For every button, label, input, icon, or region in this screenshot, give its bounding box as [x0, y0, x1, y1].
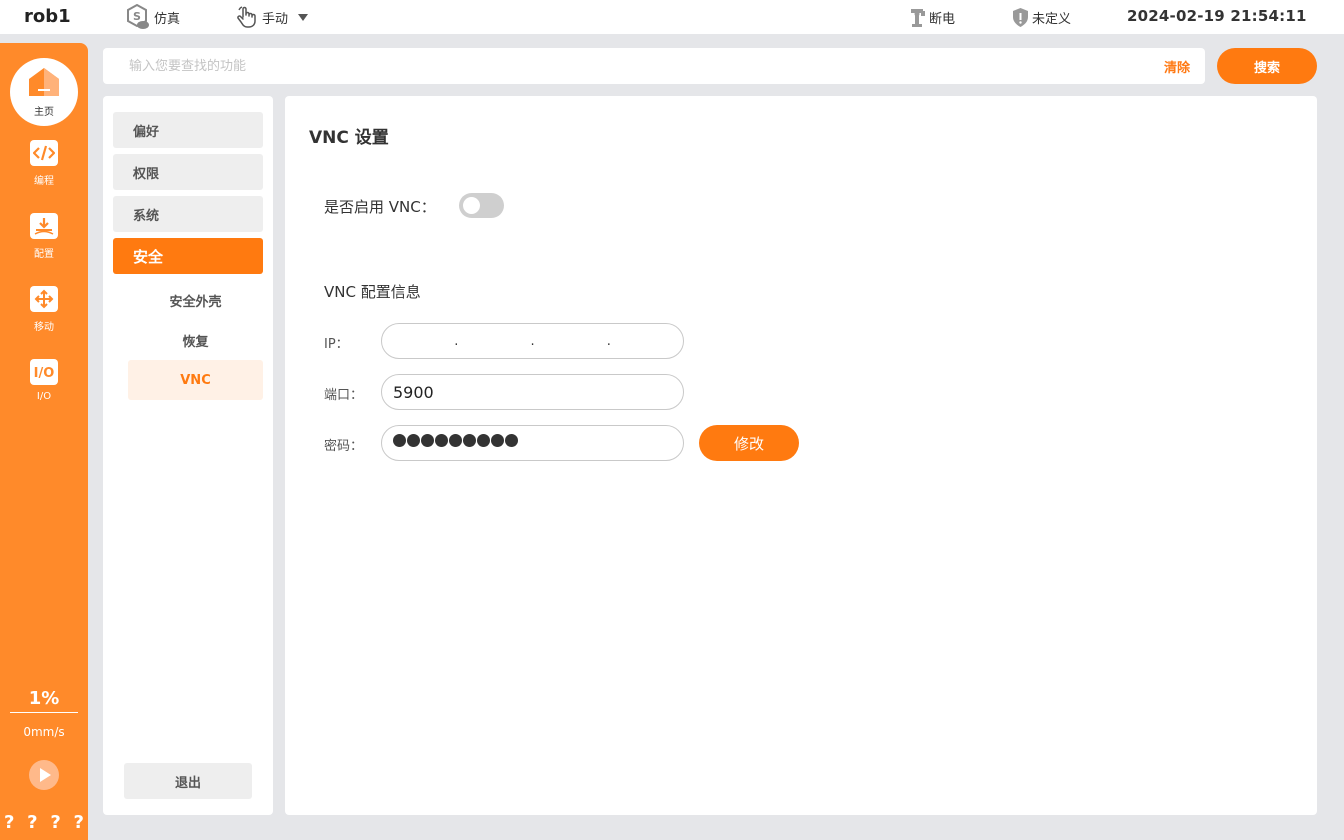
password-dot — [505, 434, 518, 447]
safety-status: 未定义 — [1009, 0, 1071, 34]
safety-label: 未定义 — [1032, 11, 1072, 27]
search-input[interactable] — [103, 48, 1143, 84]
password-dot — [393, 434, 406, 447]
ip-segment-1[interactable] — [382, 324, 455, 358]
vnc-config-title: VNC 配置信息 — [324, 283, 421, 301]
password-dot — [463, 434, 476, 447]
nav-home[interactable]: 主页 — [10, 58, 78, 126]
status-mark: ? — [4, 812, 15, 833]
ip-segment-2[interactable] — [458, 324, 531, 358]
power-label: 断电 — [929, 11, 956, 27]
password-field[interactable] — [381, 425, 684, 461]
nav-io[interactable]: I/O I/O — [0, 359, 88, 402]
vnc-enable-toggle[interactable] — [459, 193, 504, 218]
page-title: VNC 设置 — [309, 128, 389, 148]
modify-button[interactable]: 修改 — [699, 425, 799, 461]
port-label: 端口： — [324, 388, 364, 403]
simulation-indicator[interactable]: S 仿真 — [126, 0, 180, 34]
robot-name: rob1 — [24, 6, 71, 27]
shield-icon — [1013, 7, 1028, 27]
status-mark: ? — [73, 812, 84, 833]
code-icon — [30, 140, 58, 166]
port-field — [381, 374, 684, 410]
ip-segment-4[interactable] — [610, 324, 683, 358]
port-input[interactable] — [382, 375, 683, 409]
password-dot — [477, 434, 490, 447]
vnc-enable-label: 是否启用 VNC： — [324, 198, 436, 216]
power-status: 断电 — [907, 0, 955, 34]
datetime: 2024-02-19 21:54:11 — [1127, 7, 1307, 25]
top-bar: rob1 S 仿真 手动 断电 未定义 2024-02-19 21:54:11 — [0, 0, 1344, 34]
nav-home-label: 主页 — [34, 106, 54, 118]
ip-dot: . — [530, 333, 535, 349]
mode-label: 手动 — [262, 11, 289, 27]
ip-field: . . . — [381, 323, 684, 359]
left-nav: 主页 编程 配置 移动 I/O I/O 1% 0mm/s ? ? ? ? — [0, 43, 88, 840]
password-label: 密码： — [324, 439, 364, 454]
nav-config-label: 配置 — [34, 249, 54, 260]
robot-arm-icon — [910, 7, 926, 27]
speed-value: 0mm/s — [23, 725, 65, 739]
nav-config[interactable]: 配置 — [0, 213, 88, 260]
search-button[interactable]: 搜索 — [1217, 48, 1317, 84]
submenu-item-safety-shell[interactable]: 安全外壳 — [128, 280, 263, 320]
simulation-s-icon: S — [126, 4, 150, 30]
password-dot — [449, 434, 462, 447]
menu-item-security[interactable]: 安全 — [113, 238, 263, 274]
menu-item-preferences[interactable]: 偏好 — [113, 112, 263, 148]
svg-text:I/O: I/O — [34, 366, 55, 380]
submenu-item-vnc[interactable]: VNC — [128, 360, 263, 400]
mode-selector[interactable]: 手动 — [235, 0, 309, 34]
speed-divider — [10, 712, 78, 713]
io-icon: I/O — [30, 359, 58, 385]
password-dot — [421, 434, 434, 447]
chevron-down-icon — [298, 13, 309, 21]
play-button[interactable] — [29, 760, 59, 790]
exit-button[interactable]: 退出 — [124, 763, 252, 799]
play-icon — [40, 768, 51, 782]
password-mask — [393, 434, 518, 447]
menu-item-system[interactable]: 系统 — [113, 196, 263, 232]
nav-io-label: I/O — [36, 391, 52, 402]
submenu-item-recovery[interactable]: 恢复 — [128, 320, 263, 360]
settings-menu: 偏好 权限 系统 安全 安全外壳 恢复 VNC 退出 — [103, 96, 273, 815]
simulation-label: 仿真 — [154, 11, 181, 27]
clear-button[interactable]: 清除 — [1164, 57, 1190, 76]
nav-move[interactable]: 移动 — [0, 286, 88, 333]
password-dot — [407, 434, 420, 447]
nav-move-label: 移动 — [34, 322, 54, 333]
status-mark: ? — [50, 812, 61, 833]
nav-programming[interactable]: 编程 — [0, 140, 88, 187]
status-marks: ? ? ? ? — [4, 812, 88, 833]
status-mark: ? — [27, 812, 38, 833]
nav-programming-label: 编程 — [34, 176, 54, 187]
hand-pointer-icon — [235, 5, 259, 29]
move-arrows-icon — [30, 286, 58, 312]
password-dot — [435, 434, 448, 447]
search-box: 清除 — [103, 48, 1205, 84]
ip-segment-3[interactable] — [534, 324, 607, 358]
config-download-icon — [30, 213, 58, 239]
svg-text:S: S — [133, 10, 141, 23]
ip-label: IP： — [324, 337, 349, 352]
toggle-knob — [463, 197, 480, 214]
speed-percent[interactable]: 1% — [0, 688, 88, 709]
menu-item-permissions[interactable]: 权限 — [113, 154, 263, 190]
vnc-settings-panel: VNC 设置 是否启用 VNC： VNC 配置信息 IP： . . . 端口： … — [285, 96, 1317, 815]
password-dot — [491, 434, 504, 447]
home-icon — [28, 67, 60, 101]
